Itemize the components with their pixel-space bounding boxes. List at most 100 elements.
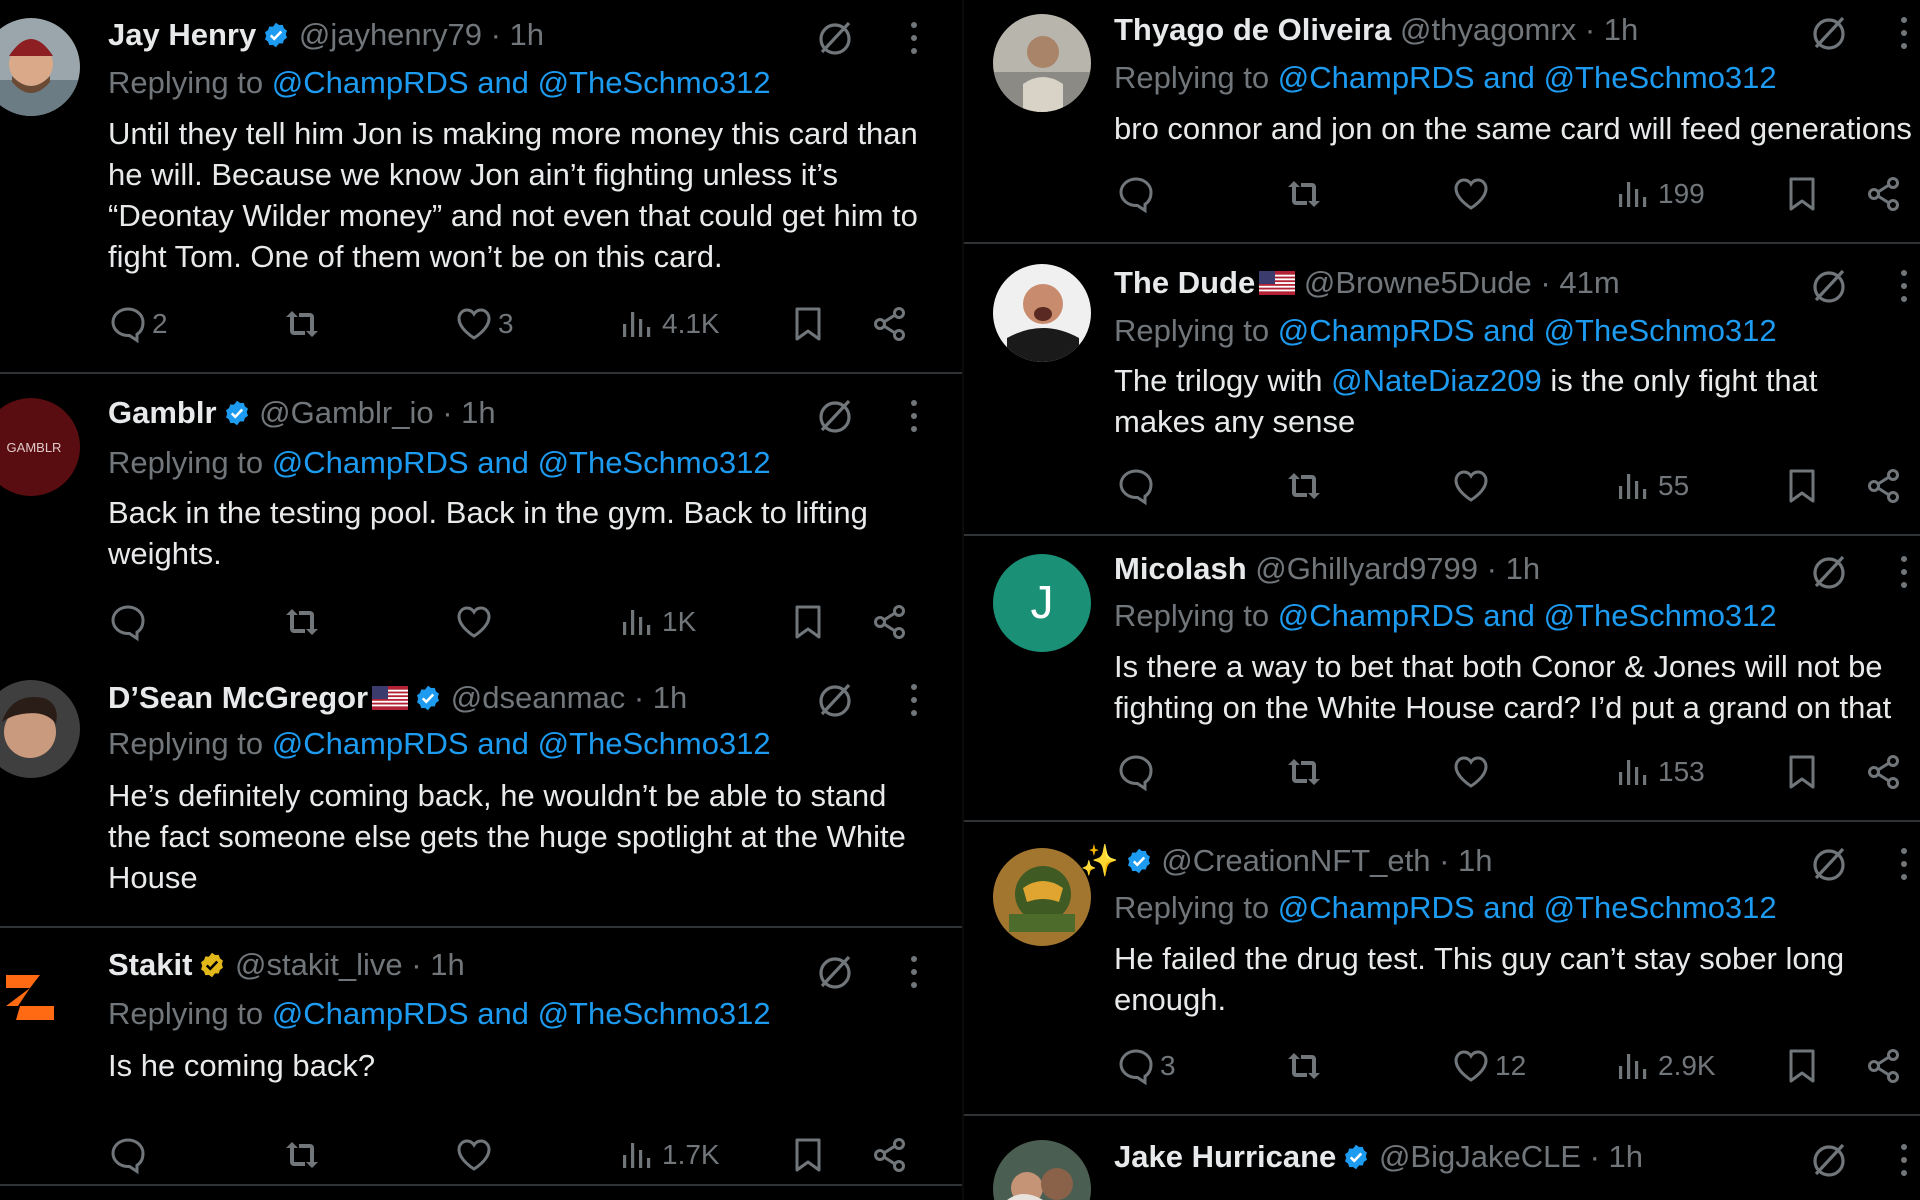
- bookmark-button[interactable]: [788, 1135, 828, 1175]
- share-button[interactable]: [1864, 752, 1904, 792]
- tweet[interactable]: Jay Henry @jayhenry79 · 1h Replying to @…: [0, 0, 962, 372]
- timestamp[interactable]: · 1h: [1585, 12, 1638, 47]
- like-button[interactable]: [1451, 466, 1495, 506]
- grok-icon[interactable]: [1809, 552, 1849, 592]
- mention-link[interactable]: @ChampRDS: [272, 726, 469, 761]
- share-button[interactable]: [870, 304, 910, 344]
- mention-link[interactable]: @TheSchmo312: [538, 65, 771, 100]
- tweet[interactable]: The Dude @Browne5Dude · 41m Replying to …: [964, 244, 1920, 534]
- retweet-button[interactable]: [1284, 174, 1328, 214]
- tweet[interactable]: ✨ @CreationNFT_eth · 1h Replying to @Cha…: [964, 822, 1920, 1114]
- avatar[interactable]: [0, 948, 80, 1046]
- bookmark-button[interactable]: [788, 602, 828, 642]
- avatar[interactable]: [0, 18, 80, 116]
- display-name[interactable]: Gamblr: [108, 395, 217, 430]
- display-name[interactable]: Jake Hurricane: [1114, 1139, 1336, 1174]
- avatar[interactable]: [993, 14, 1091, 112]
- display-name[interactable]: ✨: [1080, 843, 1119, 878]
- grok-icon[interactable]: [1809, 1140, 1849, 1180]
- tweet[interactable]: Stakit @stakit_live · 1h Replying to @Ch…: [0, 928, 962, 1200]
- avatar[interactable]: [993, 264, 1091, 362]
- timestamp[interactable]: · 1h: [1439, 843, 1492, 878]
- handle[interactable]: @thyagomrx: [1400, 12, 1576, 47]
- retweet-button[interactable]: [1284, 1046, 1328, 1086]
- bookmark-button[interactable]: [1782, 174, 1822, 214]
- bookmark-button[interactable]: [1782, 752, 1822, 792]
- mention-link[interactable]: @TheSchmo312: [1544, 313, 1777, 348]
- mention-link[interactable]: @NateDiaz209: [1331, 363, 1542, 398]
- timestamp[interactable]: · 1h: [1590, 1139, 1643, 1174]
- more-icon[interactable]: [908, 952, 920, 992]
- display-name[interactable]: Stakit: [108, 947, 192, 982]
- share-button[interactable]: [870, 1135, 910, 1175]
- mention-link[interactable]: @ChampRDS: [272, 65, 469, 100]
- reply-button[interactable]: 2: [108, 304, 168, 344]
- retweet-button[interactable]: [282, 304, 326, 344]
- handle[interactable]: @CreationNFT_eth: [1161, 843, 1430, 878]
- views-button[interactable]: 4.1K: [618, 304, 720, 344]
- mention-link[interactable]: @ChampRDS: [1278, 598, 1475, 633]
- retweet-button[interactable]: [282, 602, 326, 642]
- views-button[interactable]: 1.7K: [618, 1135, 720, 1175]
- more-icon[interactable]: [908, 396, 920, 436]
- handle[interactable]: @Ghillyard9799: [1255, 551, 1478, 586]
- mention-link[interactable]: @ChampRDS: [1278, 890, 1475, 925]
- retweet-button[interactable]: [1284, 752, 1328, 792]
- grok-icon[interactable]: [815, 18, 855, 58]
- more-icon[interactable]: [1898, 1140, 1910, 1180]
- tweet[interactable]: J Micolash @Ghillyard9799 · 1h Replying …: [964, 536, 1920, 820]
- timestamp[interactable]: · 1h: [411, 947, 464, 982]
- timestamp[interactable]: · 41m: [1540, 265, 1619, 300]
- display-name[interactable]: Micolash: [1114, 551, 1247, 586]
- mention-link[interactable]: @TheSchmo312: [538, 445, 771, 480]
- views-button[interactable]: 1K: [618, 602, 696, 642]
- timestamp[interactable]: · 1h: [442, 395, 495, 430]
- retweet-button[interactable]: [282, 1135, 326, 1175]
- avatar[interactable]: GAMBLR: [0, 398, 80, 496]
- mention-link[interactable]: @TheSchmo312: [538, 726, 771, 761]
- more-icon[interactable]: [908, 18, 920, 58]
- share-button[interactable]: [1864, 466, 1904, 506]
- share-button[interactable]: [870, 602, 910, 642]
- tweet[interactable]: Thyago de Oliveira @thyagomrx · 1h Reply…: [964, 0, 1920, 242]
- reply-button[interactable]: [1116, 466, 1160, 506]
- handle[interactable]: @BigJakeCLE: [1379, 1139, 1581, 1174]
- reply-button[interactable]: [1116, 174, 1160, 214]
- more-icon[interactable]: [908, 680, 920, 720]
- mention-link[interactable]: @TheSchmo312: [538, 996, 771, 1031]
- avatar[interactable]: [0, 680, 80, 778]
- mention-link[interactable]: @TheSchmo312: [1544, 598, 1777, 633]
- avatar[interactable]: [993, 848, 1091, 946]
- timestamp[interactable]: · 1h: [1487, 551, 1540, 586]
- mention-link[interactable]: @ChampRDS: [1278, 313, 1475, 348]
- handle[interactable]: @dseanmac: [451, 680, 626, 715]
- share-button[interactable]: [1864, 1046, 1904, 1086]
- views-button[interactable]: 2.9K: [1614, 1046, 1716, 1086]
- timestamp[interactable]: · 1h: [491, 17, 544, 52]
- handle[interactable]: @jayhenry79: [299, 17, 482, 52]
- grok-icon[interactable]: [1809, 844, 1849, 884]
- avatar[interactable]: J: [993, 554, 1091, 652]
- mention-link[interactable]: @ChampRDS: [1278, 60, 1475, 95]
- grok-icon[interactable]: [815, 396, 855, 436]
- handle[interactable]: @Gamblr_io: [259, 395, 433, 430]
- tweet[interactable]: Jake Hurricane @BigJakeCLE · 1h: [964, 1116, 1920, 1200]
- display-name[interactable]: Thyago de Oliveira: [1114, 12, 1391, 47]
- bookmark-button[interactable]: [1782, 1046, 1822, 1086]
- mention-link[interactable]: @ChampRDS: [272, 445, 469, 480]
- tweet[interactable]: D’Sean McGregor @dseanmac · 1h Replying …: [0, 660, 962, 926]
- timestamp[interactable]: · 1h: [634, 680, 687, 715]
- grok-icon[interactable]: [1809, 13, 1849, 53]
- like-button[interactable]: [1451, 752, 1495, 792]
- handle[interactable]: @stakit_live: [235, 947, 403, 982]
- views-button[interactable]: 199: [1614, 174, 1705, 214]
- grok-icon[interactable]: [1809, 266, 1849, 306]
- mention-link[interactable]: @TheSchmo312: [1544, 60, 1777, 95]
- grok-icon[interactable]: [815, 952, 855, 992]
- mention-link[interactable]: @TheSchmo312: [1544, 890, 1777, 925]
- views-button[interactable]: 55: [1614, 466, 1689, 506]
- like-button[interactable]: 3: [454, 304, 514, 344]
- handle[interactable]: @Browne5Dude: [1304, 265, 1532, 300]
- like-button[interactable]: [454, 602, 498, 642]
- like-button[interactable]: [1451, 174, 1495, 214]
